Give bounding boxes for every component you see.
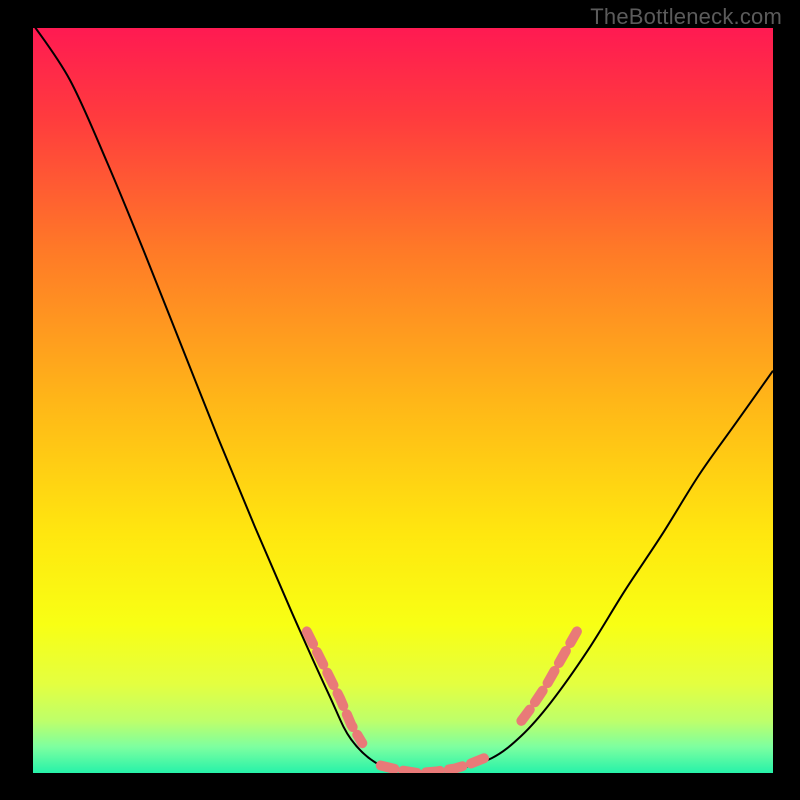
chart-frame: TheBottleneck.com [0, 0, 800, 800]
highlight-dots-right [521, 631, 577, 720]
curve-layer [33, 28, 773, 773]
plot-area [33, 28, 773, 773]
highlight-dots-bottom [381, 758, 485, 773]
highlight-dots-left [307, 631, 363, 743]
highlight-dots [307, 631, 577, 773]
bottleneck-curve [33, 28, 773, 773]
watermark-text: TheBottleneck.com [590, 4, 782, 30]
